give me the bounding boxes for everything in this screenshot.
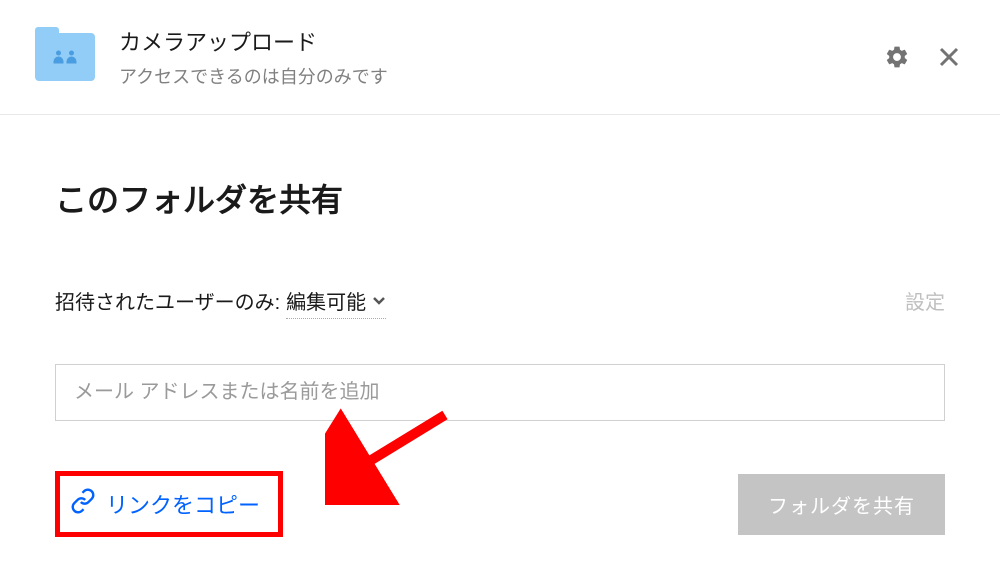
permission-dropdown[interactable]: 編集可能 — [286, 286, 386, 319]
header-actions — [881, 41, 965, 73]
copy-link-button[interactable]: リンクをコピー — [60, 476, 278, 532]
access-status-text: アクセスできるのは自分のみです — [119, 63, 881, 89]
folder-shared-icon — [35, 33, 95, 81]
settings-link[interactable]: 設定 — [905, 286, 945, 315]
dialog-header: カメラアップロード アクセスできるのは自分のみです — [0, 0, 1000, 115]
permission-row: 招待されたユーザーのみ: 編集可能 設定 — [55, 286, 945, 319]
permission-control: 招待されたユーザーのみ: 編集可能 — [55, 286, 386, 319]
link-icon — [70, 488, 96, 520]
chevron-down-icon — [372, 293, 386, 309]
copy-link-label: リンクをコピー — [106, 488, 260, 520]
email-input[interactable] — [55, 364, 945, 421]
close-icon[interactable] — [933, 41, 965, 73]
dialog-content: このフォルダを共有 招待されたユーザーのみ: 編集可能 設定 — [0, 115, 1000, 577]
share-folder-button[interactable]: フォルダを共有 — [738, 474, 945, 535]
title-area: カメラアップロード アクセスできるのは自分のみです — [119, 25, 881, 89]
share-title: このフォルダを共有 — [55, 175, 945, 221]
copy-link-highlight-box: リンクをコピー — [55, 471, 283, 537]
settings-gear-icon[interactable] — [881, 41, 913, 73]
action-row: リンクをコピー フォルダを共有 — [55, 471, 945, 537]
permission-value: 編集可能 — [286, 286, 366, 315]
permission-label: 招待されたユーザーのみ: — [55, 286, 280, 315]
folder-title: カメラアップロード — [119, 25, 881, 57]
